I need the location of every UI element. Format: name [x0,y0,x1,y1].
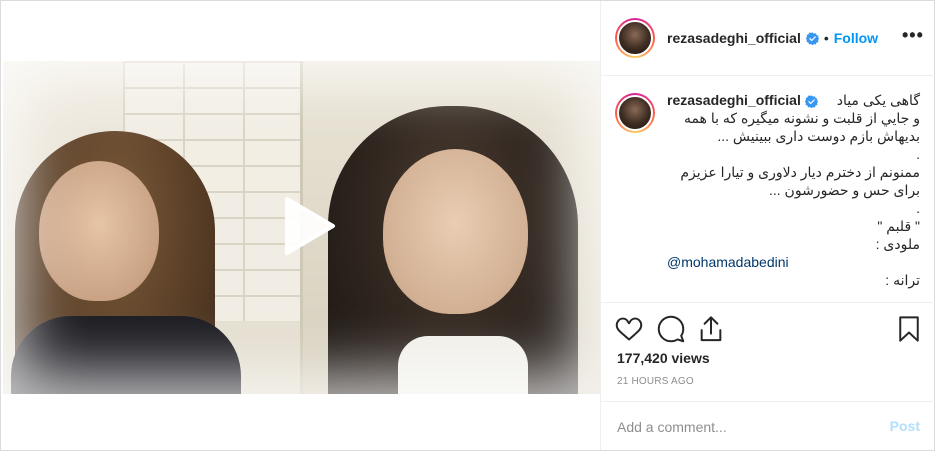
action-icons [609,311,929,347]
left-girl-shirt [11,316,241,394]
heart-icon[interactable] [615,315,643,343]
caption-line: بدیهاش بازم دوست داری ببینیش ... [717,128,920,144]
post-sidebar: rezasadeghi_official • Follow ••• rezasa… [600,1,935,450]
caption-line: ممنونم از دخترم دیار دلاوری و تیارا عزیز… [680,164,920,180]
comment-form: Post [601,401,935,451]
header-separator: • [823,30,829,46]
avatar-image [617,20,653,56]
caption-line: . [916,200,920,216]
comment-input[interactable] [617,416,877,438]
media-area [1,1,600,450]
post-comment-button[interactable]: Post [890,418,920,434]
actions-section: 177,420 views 21 HOURS AGO Post [601,302,935,450]
caption-line: . [916,146,920,162]
more-options-icon[interactable]: ••• [902,26,923,48]
caption-line: و جايي از قلبت و نشونه میگیره که با همه [683,110,920,126]
play-icon [285,197,335,255]
caption-line: برای حس و حضورشون ... [769,182,920,198]
post-header: rezasadeghi_official • Follow ••• [601,1,935,76]
views-count[interactable]: 177,420 views [617,350,710,366]
caption-line: ملودی : [875,236,920,252]
mention-link[interactable]: @mohamadabedini [667,253,920,271]
avatar[interactable] [615,18,655,58]
caption-avatar[interactable] [615,93,655,133]
caption-line: گاهی یکی میاد [836,92,920,108]
caption-line: " قلبم " [877,218,920,234]
bookmark-icon[interactable] [895,315,923,343]
right-girl-face [383,149,528,314]
instagram-post: rezasadeghi_official • Follow ••• rezasa… [0,0,935,451]
caption-verified-badge-icon [804,95,818,108]
caption-avatar-image [617,95,653,131]
video-player[interactable] [3,61,600,394]
share-icon[interactable] [697,315,725,343]
verified-badge-icon [805,31,819,45]
left-girl-face [39,161,159,301]
caption-first-line: rezasadeghi_official گاهی یکی میاد [667,91,920,109]
video-left-panel [3,61,301,394]
right-girl-shirt [398,336,528,394]
play-button[interactable] [273,193,339,259]
follow-button[interactable]: Follow [834,30,878,46]
video-right-panel [303,61,600,394]
caption-username-link[interactable]: rezasadeghi_official [667,92,801,108]
caption-area[interactable]: rezasadeghi_official گاهی یکی میاد و جاي… [601,77,935,302]
username-link[interactable]: rezasadeghi_official [667,30,801,46]
comment-icon[interactable] [657,315,685,343]
caption-line: ترانه : [885,272,920,288]
post-timestamp[interactable]: 21 HOURS AGO [617,376,694,387]
caption-body: rezasadeghi_official گاهی یکی میاد و جاي… [667,91,920,289]
